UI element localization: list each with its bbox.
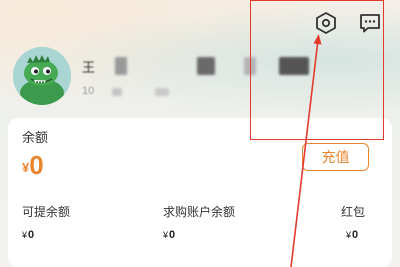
redacted-block xyxy=(155,88,169,96)
wallet-card xyxy=(8,118,392,267)
withdrawable-balance-value: ¥0 xyxy=(22,229,34,241)
purchase-account-balance-label[interactable]: 求购账户余额 xyxy=(163,203,235,220)
red-packet-value: ¥0 xyxy=(346,229,358,241)
recharge-button[interactable]: 充值 xyxy=(302,143,369,171)
amount: 0 xyxy=(169,229,176,241)
redacted-block xyxy=(279,57,309,75)
avatar[interactable] xyxy=(13,47,71,105)
profile-name: 王 xyxy=(82,57,309,75)
redacted-block xyxy=(244,57,256,75)
profile-id: 10 xyxy=(82,85,242,99)
withdrawable-balance-label[interactable]: 可提余额 xyxy=(22,203,70,220)
message-button[interactable] xyxy=(357,10,383,36)
balance-amount: ¥0 xyxy=(22,150,44,181)
redacted-block xyxy=(112,88,122,96)
amount: 0 xyxy=(28,229,35,241)
red-packet-label[interactable]: 红包 xyxy=(341,203,365,220)
profile-id-text: 10 xyxy=(82,85,95,97)
redacted-block xyxy=(115,57,127,75)
currency-symbol: ¥ xyxy=(163,230,169,240)
settings-button[interactable] xyxy=(313,10,339,36)
purchase-account-balance-value: ¥0 xyxy=(163,229,175,241)
redacted-block xyxy=(197,57,215,75)
balance-value: 0 xyxy=(29,150,44,180)
amount: 0 xyxy=(352,229,359,241)
balance-label: 余额 xyxy=(22,130,49,145)
currency-symbol: ¥ xyxy=(22,230,28,240)
message-icon xyxy=(360,14,380,33)
settings-icon xyxy=(316,12,336,34)
currency-symbol: ¥ xyxy=(346,230,352,240)
profile-name-text: 王 xyxy=(82,60,96,75)
dinosaur-avatar-icon xyxy=(13,47,71,105)
